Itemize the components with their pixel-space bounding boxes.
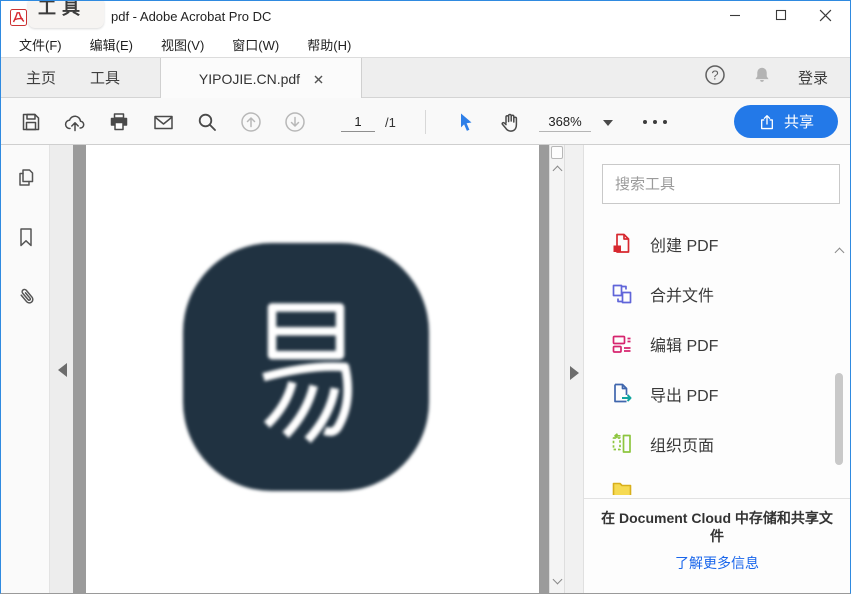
- page-edge-right: [539, 145, 549, 593]
- acrobat-app-icon: [10, 9, 27, 26]
- menu-help[interactable]: 帮助(H): [297, 32, 361, 57]
- sign-in-button[interactable]: 登录: [798, 67, 828, 88]
- toolbar-divider: [425, 110, 426, 134]
- main-area: 创建 PDF 合并文件: [1, 145, 850, 593]
- hand-tool-icon[interactable]: [495, 108, 523, 136]
- collapse-pane-arrow-icon[interactable]: [58, 363, 67, 377]
- tab-tools[interactable]: 工具: [77, 58, 133, 97]
- tools-panel: 创建 PDF 合并文件: [583, 145, 850, 593]
- scroll-up-icon[interactable]: [553, 166, 563, 176]
- toolbar: /1 共享: [1, 98, 850, 145]
- close-button[interactable]: [802, 1, 848, 29]
- page-total-label: /1: [385, 115, 396, 130]
- more-tools-icon[interactable]: [635, 110, 675, 134]
- document-scrollbar[interactable]: [549, 145, 565, 593]
- tool-label: 组织页面: [650, 432, 714, 456]
- zoom-dropdown-caret[interactable]: [603, 120, 613, 126]
- tool-organize-pages[interactable]: 组织页面: [584, 419, 851, 469]
- document-viewport: [50, 145, 549, 593]
- select-tool-icon[interactable]: [451, 108, 479, 136]
- acrobat-window: 工具 pdf - Adobe Acrobat Pro DC 文件(F) 编辑(E…: [0, 0, 851, 594]
- notifications-bell-icon[interactable]: [752, 65, 772, 90]
- save-icon[interactable]: [17, 108, 45, 136]
- search-tools-input[interactable]: [602, 164, 840, 204]
- tool-label: 编辑 PDF: [650, 332, 718, 356]
- search-icon[interactable]: [193, 108, 221, 136]
- tools-scrollbar-thumb[interactable]: [835, 373, 843, 465]
- tab-document-label: YIPOJIE.CN.pdf: [199, 71, 300, 87]
- overlay-artifact-text: 工具: [38, 0, 86, 20]
- email-icon[interactable]: [149, 108, 177, 136]
- attachments-icon[interactable]: [14, 285, 38, 309]
- share-icon: [758, 113, 776, 131]
- menu-view[interactable]: 视图(V): [151, 32, 214, 57]
- expand-panel-arrow-icon[interactable]: [570, 366, 579, 380]
- previous-page-icon[interactable]: [237, 108, 265, 136]
- bookmarks-icon[interactable]: [14, 225, 38, 249]
- share-button[interactable]: 共享: [734, 105, 838, 138]
- tab-bar-right-cluster: ? 登录: [704, 58, 850, 97]
- tab-document[interactable]: YIPOJIE.CN.pdf: [160, 58, 362, 99]
- page-number-input[interactable]: [341, 112, 375, 132]
- tools-list: 创建 PDF 合并文件: [584, 217, 851, 498]
- left-navigation-rail: [1, 145, 50, 593]
- help-icon[interactable]: ?: [704, 64, 726, 91]
- censored-filename-blob: 工具: [28, 1, 104, 28]
- minimize-button[interactable]: [712, 1, 758, 29]
- export-pdf-icon: [610, 382, 634, 406]
- tool-create-pdf[interactable]: 创建 PDF: [584, 219, 851, 269]
- combine-files-icon: [610, 282, 634, 306]
- menu-file[interactable]: 文件(F): [9, 32, 72, 57]
- page-edge-left: [73, 145, 86, 593]
- partial-tool-icon: [610, 475, 634, 498]
- yi-logo-squircle: [183, 243, 429, 491]
- title-bar: 工具 pdf - Adobe Acrobat Pro DC: [1, 1, 850, 31]
- tool-edit-pdf[interactable]: 编辑 PDF: [584, 319, 851, 369]
- zoom-level-input[interactable]: [539, 112, 591, 132]
- organize-pages-icon: [610, 432, 634, 456]
- tab-home[interactable]: 主页: [13, 58, 69, 97]
- window-title: pdf - Adobe Acrobat Pro DC: [111, 9, 271, 24]
- tool-label: 合并文件: [650, 282, 714, 306]
- svg-text:?: ?: [711, 68, 718, 83]
- create-pdf-icon: [610, 232, 634, 256]
- document-cloud-promo-text: 在 Document Cloud 中存储和共享文件: [597, 509, 837, 545]
- tab-close-icon[interactable]: [314, 71, 323, 87]
- maximize-button[interactable]: [758, 1, 804, 29]
- yi-character-glyph: [221, 281, 391, 453]
- learn-more-link[interactable]: 了解更多信息: [597, 553, 837, 573]
- next-page-icon[interactable]: [281, 108, 309, 136]
- tab-bar: 主页 工具 YIPOJIE.CN.pdf ? 登录: [1, 57, 850, 98]
- panel-divider: [584, 498, 850, 499]
- menu-bar: 文件(F) 编辑(E) 视图(V) 窗口(W) 帮助(H): [1, 31, 850, 57]
- cloud-upload-icon[interactable]: [61, 108, 89, 136]
- scroll-down-icon[interactable]: [553, 575, 563, 585]
- menu-edit[interactable]: 编辑(E): [80, 32, 143, 57]
- share-button-label: 共享: [784, 111, 814, 132]
- tool-label: 创建 PDF: [650, 232, 718, 256]
- right-gutter: [565, 145, 583, 593]
- menu-window[interactable]: 窗口(W): [222, 32, 289, 57]
- tool-label: 导出 PDF: [650, 382, 718, 406]
- print-icon[interactable]: [105, 108, 133, 136]
- tool-partial-row[interactable]: [584, 469, 851, 498]
- tool-export-pdf[interactable]: 导出 PDF: [584, 369, 851, 419]
- edit-pdf-icon: [610, 332, 634, 356]
- tool-combine-files[interactable]: 合并文件: [584, 269, 851, 319]
- page-thumbnails-icon[interactable]: [14, 165, 38, 189]
- scrollbar-thumb[interactable]: [551, 146, 563, 159]
